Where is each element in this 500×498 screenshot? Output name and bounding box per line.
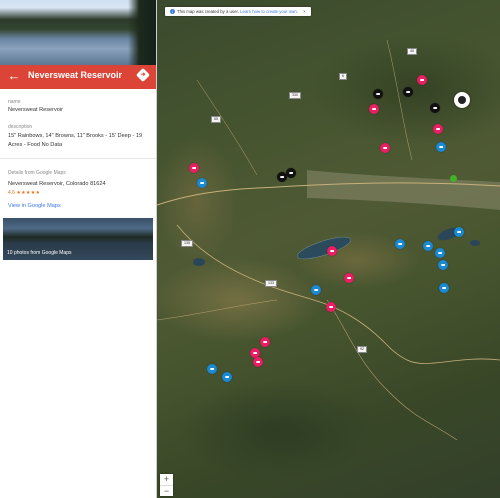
fishing-spot-marker[interactable] bbox=[436, 142, 446, 152]
fishing-spot-marker[interactable] bbox=[344, 273, 354, 283]
fishing-spot-marker[interactable] bbox=[417, 75, 427, 85]
fishing-spot-marker[interactable] bbox=[438, 260, 448, 270]
fishing-spot-marker[interactable] bbox=[403, 87, 413, 97]
fishing-spot-marker[interactable] bbox=[395, 239, 405, 249]
photos-strip[interactable]: 10 photos from Google Maps bbox=[3, 218, 153, 260]
markers-layer: 6 65 135 330 133 92 40 bbox=[157, 0, 500, 498]
fishing-spot-marker[interactable] bbox=[222, 372, 232, 382]
side-panel: ← Neversweat Reservoir ➜ name Neversweat… bbox=[0, 0, 157, 498]
route-shield: 133 bbox=[265, 280, 277, 287]
map-view[interactable]: i This map was created by a user. Learn h… bbox=[157, 0, 500, 498]
route-shield: 135 bbox=[181, 240, 193, 247]
selected-location-marker[interactable] bbox=[454, 92, 470, 108]
header-photo bbox=[0, 0, 156, 65]
back-arrow-icon[interactable]: ← bbox=[7, 68, 21, 84]
name-value: Neversweat Reservoir bbox=[8, 107, 64, 113]
fishing-spot-marker[interactable] bbox=[423, 241, 433, 251]
details-label: Details from Google Maps bbox=[8, 170, 66, 176]
view-in-google-maps-link[interactable]: View in Google Maps bbox=[8, 203, 61, 209]
fishing-spot-marker[interactable] bbox=[207, 364, 217, 374]
rating-value: 4.6 bbox=[8, 190, 15, 196]
zoom-out-button[interactable]: − bbox=[160, 485, 173, 497]
fishing-spot-marker[interactable] bbox=[311, 285, 321, 295]
name-label: name bbox=[8, 99, 21, 105]
panel-title: Neversweat Reservoir bbox=[28, 70, 123, 80]
zoom-control: + − bbox=[160, 474, 173, 496]
directions-icon[interactable]: ➜ bbox=[135, 67, 151, 83]
fishing-spot-marker[interactable] bbox=[435, 248, 445, 258]
address: Neversweat Reservoir, Colorado 81624 bbox=[8, 181, 106, 187]
fishing-spot-marker[interactable] bbox=[197, 178, 207, 188]
divider bbox=[0, 158, 156, 159]
rating: 4.6 ★★★★★ bbox=[8, 190, 40, 196]
panel-header: ← Neversweat Reservoir ➜ bbox=[0, 65, 156, 89]
fishing-spot-marker[interactable] bbox=[439, 283, 449, 293]
route-shield: 40 bbox=[407, 48, 417, 55]
fishing-spot-marker[interactable] bbox=[373, 89, 383, 99]
green-point-marker[interactable] bbox=[450, 175, 457, 182]
photos-caption: 10 photos from Google Maps bbox=[7, 250, 72, 256]
route-shield: 6 bbox=[339, 73, 347, 80]
fishing-spot-marker[interactable] bbox=[454, 227, 464, 237]
fishing-spot-marker[interactable] bbox=[327, 246, 337, 256]
fishing-spot-marker[interactable] bbox=[430, 103, 440, 113]
rating-stars: ★★★★★ bbox=[16, 190, 41, 196]
fishing-spot-marker[interactable] bbox=[369, 104, 379, 114]
route-shield: 92 bbox=[357, 346, 367, 353]
route-shield: 330 bbox=[289, 92, 301, 99]
route-shield: 65 bbox=[211, 116, 221, 123]
fishing-spot-marker[interactable] bbox=[433, 124, 443, 134]
fishing-spot-marker[interactable] bbox=[380, 143, 390, 153]
fishing-spot-marker[interactable] bbox=[189, 163, 199, 173]
fishing-spot-marker[interactable] bbox=[253, 357, 263, 367]
zoom-in-button[interactable]: + bbox=[160, 474, 173, 485]
fishing-spot-marker[interactable] bbox=[286, 168, 296, 178]
fishing-spot-marker[interactable] bbox=[260, 337, 270, 347]
description-value: 15" Rainbows, 14" Browns, 11" Brooks - 1… bbox=[8, 133, 143, 148]
description-label: description bbox=[8, 124, 33, 130]
fishing-spot-marker[interactable] bbox=[326, 302, 336, 312]
